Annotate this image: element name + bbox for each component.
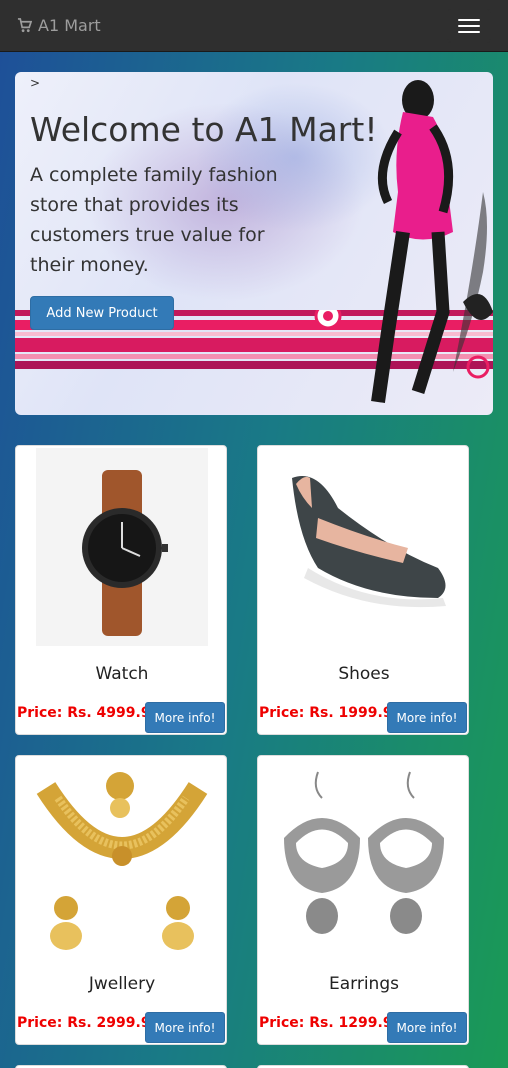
hero-title: Welcome to A1 Mart! — [30, 110, 378, 149]
hamburger-menu-button[interactable] — [447, 9, 491, 43]
product-name: Shoes — [338, 664, 390, 684]
hero-lead: A complete family fashion store that pro… — [30, 164, 278, 276]
product-price: Price: Rs. 2999.99 — [17, 1015, 161, 1031]
shopping-cart-icon — [17, 17, 32, 32]
product-card-shoes: Shoes Price: Rs. 1999.99 More info! — [257, 445, 469, 735]
add-new-product-button[interactable]: Add New Product — [30, 296, 174, 330]
product-name: Earrings — [329, 974, 399, 994]
brand-link[interactable]: A1 Mart — [17, 14, 101, 36]
more-info-button[interactable]: More info! — [145, 702, 225, 733]
product-card-earrings: Earrings Price: Rs. 1299.99 More info! — [257, 755, 469, 1045]
product-price: Price: Rs. 1999.99 — [259, 705, 403, 721]
product-price: Price: Rs. 4999.99 — [17, 705, 161, 721]
shoes-image — [278, 448, 450, 646]
hero-banner: > Welcome to A1 Mart! A complete family … — [15, 72, 493, 415]
jwellery-image — [36, 758, 208, 956]
more-info-button[interactable]: More info! — [387, 1012, 467, 1043]
earrings-image — [278, 758, 450, 956]
product-card-watch: Watch Price: Rs. 4999.99 More info! — [15, 445, 227, 735]
navbar: A1 Mart — [0, 0, 508, 52]
breadcrumb: > — [30, 76, 41, 90]
product-card-jwellery: Jwellery Price: Rs. 2999.99 More info! — [15, 755, 227, 1045]
product-price: Price: Rs. 1299.99 — [259, 1015, 403, 1031]
watch-image — [36, 448, 208, 646]
product-name: Jwellery — [88, 974, 156, 994]
brand-label: A1 Mart — [38, 15, 101, 35]
more-info-button[interactable]: More info! — [387, 702, 467, 733]
product-name: Watch — [95, 664, 149, 684]
more-info-button[interactable]: More info! — [145, 1012, 225, 1043]
hamburger-menu-icon — [458, 19, 480, 21]
